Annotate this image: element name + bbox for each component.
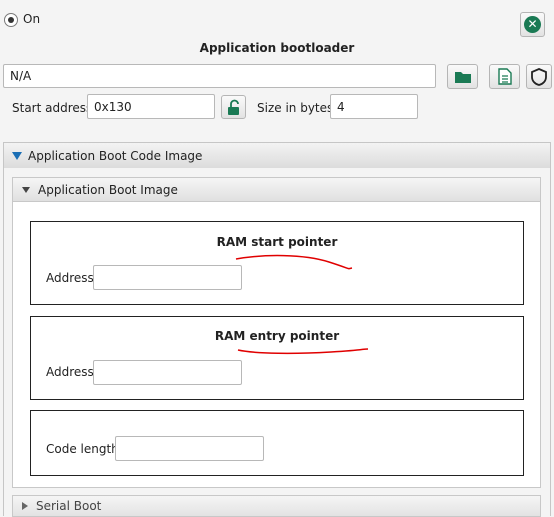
on-radio-label: On	[23, 12, 41, 26]
close-circle-icon: ✕	[524, 16, 541, 33]
shield-button[interactable]	[526, 64, 552, 89]
section-boot-image-title: Application Boot Image	[38, 182, 178, 197]
section-boot-image-header[interactable]: Application Boot Image	[12, 177, 541, 201]
size-label: Size in bytes	[257, 101, 334, 115]
document-icon	[497, 68, 512, 85]
start-address-label: Start address	[12, 101, 93, 115]
ram-entry-pointer-box: RAM entry pointer Address	[30, 316, 524, 400]
section-serial-boot-header[interactable]: Serial Boot	[12, 495, 541, 517]
start-address-input[interactable]	[87, 94, 215, 119]
on-radio[interactable]	[4, 13, 18, 27]
red-underline-annotation	[235, 254, 353, 270]
code-length-box: Code length	[30, 410, 524, 476]
code-length-label: Code length	[46, 442, 119, 456]
radio-dot	[8, 17, 14, 23]
path-input[interactable]	[3, 64, 436, 88]
ram-entry-address-input[interactable]	[93, 360, 242, 385]
close-button[interactable]: ✕	[520, 12, 545, 37]
document-button[interactable]	[489, 64, 520, 89]
ram-start-address-label: Address	[46, 271, 94, 285]
lock-button[interactable]	[221, 95, 246, 119]
ram-start-address-input[interactable]	[93, 265, 242, 290]
ram-entry-pointer-title: RAM entry pointer	[214, 329, 340, 343]
red-underline-annotation	[237, 348, 369, 355]
section-serial-boot-title: Serial Boot	[36, 499, 102, 513]
ram-start-pointer-title: RAM start pointer	[216, 235, 338, 249]
size-input[interactable]	[330, 94, 418, 119]
expanded-triangle-icon	[22, 186, 30, 193]
folder-icon	[454, 71, 471, 83]
section-code-image-header[interactable]: Application Boot Code Image	[3, 142, 551, 168]
ram-entry-address-label: Address	[46, 365, 94, 379]
open-folder-button[interactable]	[447, 64, 478, 89]
page-title: Application bootloader	[199, 41, 355, 55]
collapsed-triangle-icon	[22, 502, 28, 510]
unlocked-padlock-icon	[227, 99, 239, 115]
section-code-image-title: Application Boot Code Image	[28, 148, 203, 163]
code-length-input[interactable]	[115, 436, 264, 461]
expanded-triangle-icon	[12, 151, 22, 160]
shield-icon	[531, 67, 547, 86]
